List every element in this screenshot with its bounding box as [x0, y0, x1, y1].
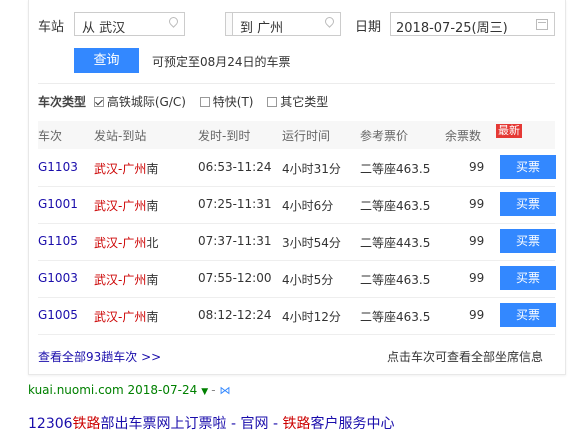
train-type-filter: 车次类型 高铁城际(G/C) 特快(T) 其它类型 [38, 93, 328, 110]
buy-ticket-button[interactable]: 买票 [500, 303, 556, 327]
price: 二等座463.5 [360, 273, 431, 287]
dropdown-arrow-icon[interactable]: ▼ [201, 387, 208, 397]
next-title-suffix: 客户服务中心 [310, 416, 395, 432]
table-row: G1003 武汉-广州南 07:55-12:00 4小时5分 二等座463.5 … [38, 260, 556, 298]
train-code-link[interactable]: G1003 [38, 271, 78, 285]
price: 二等座463.5 [360, 310, 431, 324]
depart-arrive-time: 07:37-11:31 [198, 234, 272, 248]
table-row: G1001 武汉-广州南 07:25-11:31 4小时6分 二等座463.5 … [38, 186, 556, 224]
filter-highspeed[interactable]: 高铁城际(G/C) [93, 95, 190, 109]
header-price: 参考票价 [360, 129, 409, 143]
station-label: 车站 [38, 20, 65, 35]
next-title-middle: 部出车票网上订票啦 - 官网 - [100, 416, 283, 432]
depart-arrive-time: 08:12-12:24 [198, 308, 272, 322]
route: 武汉-广州南 [94, 308, 158, 325]
duration: 4小时5分 [282, 273, 334, 287]
buy-ticket-button[interactable]: 买票 [500, 155, 556, 179]
table-row: G1005 武汉-广州南 08:12-12:24 4小时12分 二等座463.5… [38, 297, 556, 335]
duration: 4小时12分 [282, 310, 341, 324]
next-title-highlight: 铁路 [72, 416, 101, 432]
train-code-link[interactable]: G1001 [38, 197, 78, 211]
duration: 4小时31分 [282, 162, 341, 176]
route-text: 武汉-广州 [94, 310, 147, 324]
new-badge: 最新 [496, 124, 522, 138]
price: 二等座463.5 [360, 199, 431, 213]
filter-other-label: 其它类型 [280, 95, 329, 109]
depart-arrive-time: 06:53-11:24 [198, 160, 272, 174]
route-text: 武汉-广州 [94, 162, 147, 176]
date-input[interactable]: 2018-07-25(周三) [390, 12, 555, 36]
remaining-count: 99 [469, 308, 485, 322]
header-time: 发时-到时 [198, 129, 251, 143]
date-label: 日期 [355, 20, 382, 35]
train-type-label: 车次类型 [38, 95, 87, 109]
depart-arrive-time: 07:55-12:00 [198, 271, 272, 285]
to-station-input[interactable]: 到 广州 [232, 12, 341, 36]
header-remaining: 余票数 [445, 129, 482, 143]
buy-ticket-button[interactable]: 买票 [500, 192, 556, 216]
route: 武汉-广州南 [94, 160, 158, 177]
header-train-code: 车次 [38, 129, 63, 143]
route: 武汉-广州北 [94, 234, 158, 251]
remaining-count: 99 [469, 271, 485, 285]
filter-express[interactable]: 特快(T) [199, 95, 258, 109]
date-value: 2018-07-25(周三) [396, 21, 508, 36]
checkbox-icon[interactable] [267, 97, 278, 107]
table-header: 车次 发站-到站 发时-到时 运行时间 参考票价 余票数 最新 [38, 121, 555, 149]
bow-tie-icon[interactable]: ⋈ [220, 384, 231, 397]
price: 二等座443.5 [360, 236, 431, 250]
next-title-prefix: 12306 [28, 416, 73, 432]
location-pin-icon [167, 15, 180, 28]
filter-express-label: 特快(T) [212, 95, 254, 109]
next-title-highlight: 铁路 [282, 416, 311, 432]
result-source-line: kuai.nuomi.com 2018-07-24 ▼ - ⋈ [28, 383, 231, 397]
route-text: 武汉-广州 [94, 199, 147, 213]
source-dash: - [211, 383, 216, 397]
from-station-input[interactable]: 从 武汉 [74, 12, 185, 36]
divider [38, 83, 555, 84]
buy-ticket-button[interactable]: 买票 [500, 266, 556, 290]
route-suffix: 南 [146, 310, 159, 324]
route-suffix: 南 [146, 273, 159, 287]
duration: 4小时6分 [282, 199, 334, 213]
to-station-value: 到 广州 [240, 21, 284, 36]
calendar-icon [536, 19, 548, 30]
remaining-count: 99 [469, 160, 485, 174]
train-code-link[interactable]: G1103 [38, 160, 78, 174]
header-duration: 运行时间 [282, 129, 331, 143]
depart-arrive-time: 07:25-11:31 [198, 197, 272, 211]
route-suffix: 南 [146, 162, 159, 176]
checkbox-icon[interactable] [199, 97, 210, 107]
remaining-count: 99 [469, 234, 485, 248]
query-button[interactable]: 查询 [74, 48, 139, 73]
remaining-count: 99 [469, 197, 485, 211]
from-station-value: 从 武汉 [82, 21, 126, 36]
route-suffix: 南 [146, 199, 159, 213]
view-all-trains-link[interactable]: 查看全部93趟车次 >> [38, 348, 161, 365]
seat-info-hint: 点击车次可查看全部坐席信息 [387, 350, 544, 364]
table-row: G1105 武汉-广州北 07:37-11:31 3小时54分 二等座443.5… [38, 223, 556, 261]
source-url: kuai.nuomi.com 2018-07-24 [28, 383, 198, 397]
train-ticket-widget: 车站 从 武汉 到 广州 日期 2018-07-25(周三) 查询 可预定至08… [28, 0, 566, 375]
table-row: G1103 武汉-广州南 06:53-11:24 4小时31分 二等座463.5… [38, 149, 556, 187]
header-route: 发站-到站 [94, 129, 147, 143]
filter-other[interactable]: 其它类型 [267, 95, 328, 109]
next-result-title[interactable]: 12306铁路部出车票网上订票啦 - 官网 - 铁路客户服务中心 [28, 413, 394, 433]
route-suffix: 北 [146, 236, 159, 250]
route-text: 武汉-广州 [94, 273, 147, 287]
price: 二等座463.5 [360, 162, 431, 176]
train-code-link[interactable]: G1005 [38, 308, 78, 322]
filter-highspeed-label: 高铁城际(G/C) [106, 95, 186, 109]
location-pin-icon [323, 15, 336, 28]
booking-hint: 可预定至08月24日的车票 [152, 55, 291, 69]
train-code-link[interactable]: G1105 [38, 234, 78, 248]
buy-ticket-button[interactable]: 买票 [500, 229, 556, 253]
route: 武汉-广州南 [94, 197, 158, 214]
checkbox-checked-icon[interactable] [93, 97, 104, 107]
route-text: 武汉-广州 [94, 236, 147, 250]
duration: 3小时54分 [282, 236, 341, 250]
route: 武汉-广州南 [94, 271, 158, 288]
